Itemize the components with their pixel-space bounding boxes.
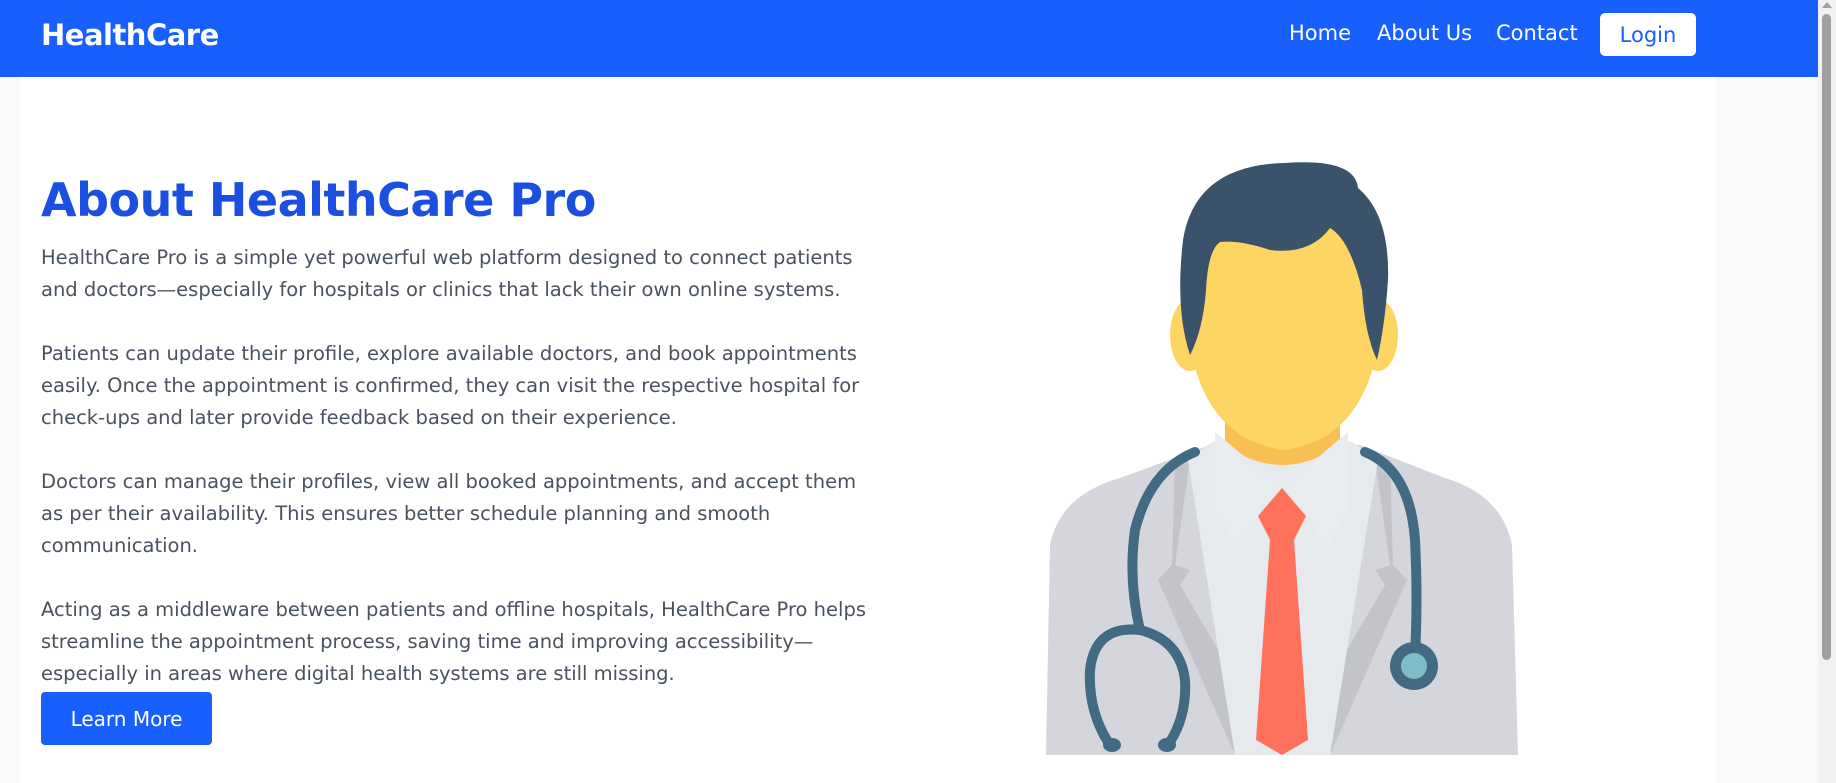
learn-more-button[interactable]: Learn More — [41, 692, 212, 745]
about-paragraph-patients: Patients can update their profile, explo… — [41, 342, 860, 429]
nav-link-about-us[interactable]: About Us — [1377, 21, 1472, 45]
about-paragraph-middleware: Acting as a middleware between patients … — [41, 598, 866, 685]
nav-link-contact[interactable]: Contact — [1496, 21, 1578, 45]
about-paragraph-doctors: Doctors can manage their profiles, view … — [41, 470, 857, 557]
login-button[interactable]: Login — [1600, 13, 1696, 56]
about-section: About HealthCare Pro HealthCare Pro is a… — [41, 172, 881, 690]
navbar: HealthCare Home About Us Contact Login — [0, 0, 1818, 77]
vertical-scrollbar[interactable] — [1818, 0, 1836, 783]
scroll-up-arrow-icon[interactable] — [1822, 2, 1832, 8]
page-title: About HealthCare Pro — [41, 173, 596, 227]
doctor-illustration-icon — [1040, 160, 1530, 755]
scrollbar-thumb[interactable] — [1822, 14, 1831, 660]
about-paragraph-intro: HealthCare Pro is a simple yet powerful … — [41, 246, 853, 301]
nav-link-home[interactable]: Home — [1289, 21, 1351, 45]
brand-logo[interactable]: HealthCare — [41, 18, 219, 52]
